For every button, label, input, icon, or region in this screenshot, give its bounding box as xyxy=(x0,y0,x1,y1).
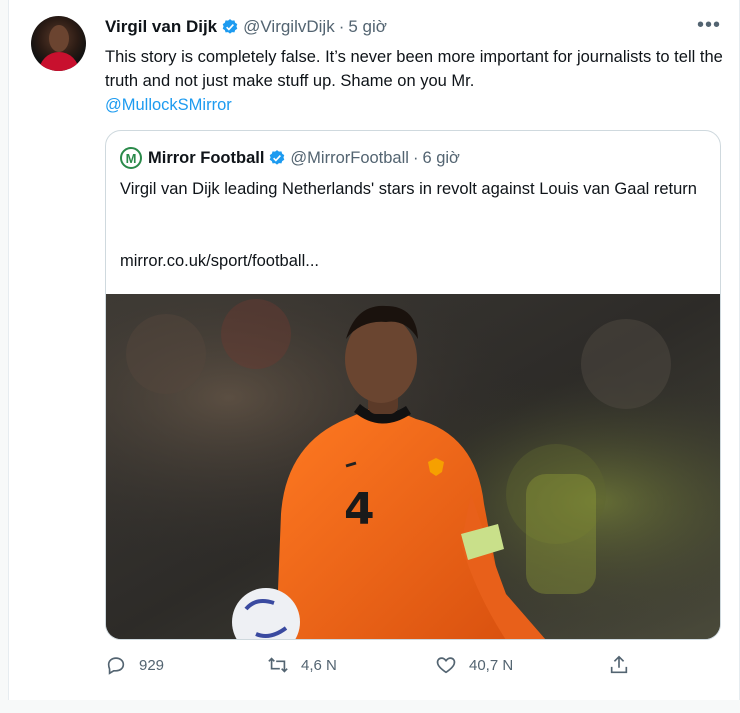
author-avatar[interactable] xyxy=(31,16,86,71)
page-background-strip xyxy=(0,700,740,713)
verified-badge-icon xyxy=(270,150,285,165)
avatar-head xyxy=(49,25,69,52)
player-photo-illustration xyxy=(106,294,720,639)
tweet-actions: 929 4,6 N 40,7 N xyxy=(105,654,645,684)
header-separator: · xyxy=(338,17,345,36)
quoted-tweet[interactable]: M Mirror Football @MirrorFootball · 6 gi… xyxy=(105,130,721,640)
reply-icon xyxy=(107,657,125,675)
verified-badge-icon xyxy=(222,19,238,34)
retweet-count: 4,6 N xyxy=(301,656,337,674)
mention-link[interactable]: @MullockSMirror xyxy=(105,96,232,114)
quoted-text: Virgil van Dijk leading Netherlands' sta… xyxy=(120,180,697,198)
retweet-button[interactable]: 4,6 N xyxy=(267,654,337,676)
reply-button[interactable]: 929 xyxy=(105,654,164,676)
heart-icon xyxy=(436,657,456,674)
avatar-shirt xyxy=(39,52,79,71)
author-handle[interactable]: @VirgilvDijk xyxy=(243,17,335,37)
quoted-separator: · xyxy=(412,148,419,167)
quoted-time: 6 giờ xyxy=(422,148,460,167)
quoted-author-handle: @MirrorFootball xyxy=(290,148,409,167)
shirt-number: 4 xyxy=(344,484,375,535)
quoted-header: M Mirror Football @MirrorFootball · 6 gi… xyxy=(120,147,460,169)
share-button[interactable] xyxy=(608,654,642,676)
mirror-logo-icon: M xyxy=(120,147,142,169)
share-icon xyxy=(610,655,628,674)
tweet-text: This story is completely false. It’s nev… xyxy=(105,45,725,117)
more-options-icon[interactable]: ••• xyxy=(697,14,721,37)
tweet-card[interactable]: Virgil van Dijk @VirgilvDijk · 5 giờ •••… xyxy=(8,0,740,700)
tweet-text-main: This story is completely false. It’s nev… xyxy=(105,48,723,90)
quoted-photo[interactable]: 4 xyxy=(106,294,720,639)
like-count: 40,7 N xyxy=(469,656,514,674)
quoted-author-name: Mirror Football xyxy=(148,148,265,167)
author-name[interactable]: Virgil van Dijk xyxy=(105,17,217,37)
reply-count: 929 xyxy=(139,656,165,674)
tweet-time[interactable]: 5 giờ xyxy=(348,17,387,37)
tweet-header: Virgil van Dijk @VirgilvDijk · 5 giờ xyxy=(105,17,387,37)
retweet-icon xyxy=(268,657,288,673)
like-button[interactable]: 40,7 N xyxy=(435,654,513,676)
quoted-link[interactable]: mirror.co.uk/sport/football... xyxy=(120,252,319,271)
